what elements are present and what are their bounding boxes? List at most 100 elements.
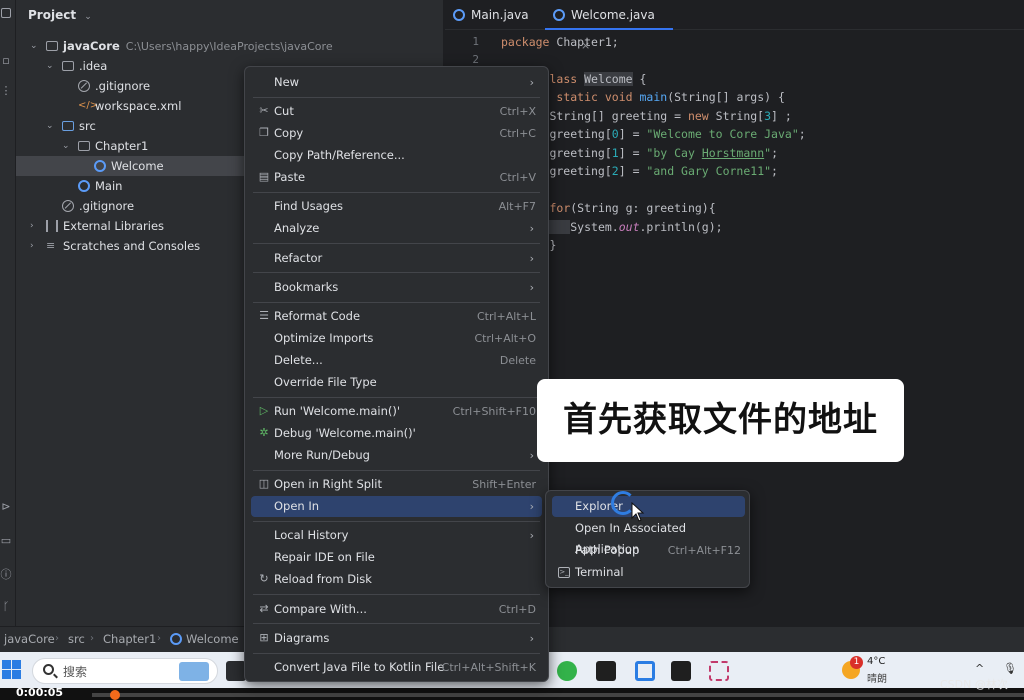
run-icon: ▷: [259, 404, 269, 418]
chevron-down-icon[interactable]: ⌄: [46, 116, 56, 136]
breadcrumb-item[interactable]: src: [68, 627, 85, 651]
menu-item-label: Analyze: [274, 221, 320, 236]
menu-item-reformat-code[interactable]: ☰ Reformat Code Ctrl+Alt+L: [251, 306, 542, 327]
menu-item-copy-path-reference[interactable]: Copy Path/Reference...: [251, 145, 542, 166]
menu-item-new[interactable]: New ›: [251, 72, 542, 93]
submenu-item-shortcut: Ctrl+Alt+F12: [667, 544, 741, 557]
submenu-item-path-popup[interactable]: Path Popup Ctrl+Alt+F12: [552, 540, 745, 561]
terminal-icon: >_: [558, 567, 570, 578]
editor-tab-bar: Main.java Welcome.java ×: [445, 0, 1024, 52]
menu-item-label: Diagrams: [274, 630, 330, 645]
menu-item-local-history[interactable]: Local History ›: [251, 525, 542, 546]
snipping-tool-icon[interactable]: [709, 661, 729, 681]
open-in-submenu: Explorer Open In Associated Application Pa…: [545, 490, 750, 588]
chevron-right-icon[interactable]: ›: [30, 216, 40, 236]
menu-item-find-usages[interactable]: Find Usages Alt+F7: [251, 196, 542, 217]
tab-main-java[interactable]: Main.java: [445, 0, 541, 30]
breadcrumb-item[interactable]: javaCore: [4, 627, 55, 651]
video-progress-bar[interactable]: 0:00:05: [0, 686, 1024, 700]
video-progress-handle[interactable]: [110, 690, 120, 700]
chevron-down-icon[interactable]: ⌄: [62, 136, 72, 156]
submenu-item-label: Path Popup: [575, 543, 640, 557]
menu-item-delete[interactable]: Delete... Delete: [251, 350, 542, 371]
menu-item-label: Open in Right Split: [274, 477, 382, 492]
menu-item-open-in-right-split[interactable]: ◫ Open in Right Split Shift+Enter: [251, 474, 542, 495]
menu-item-label: Local History: [274, 528, 349, 543]
chevron-right-icon: ›: [529, 251, 534, 265]
windows-start-icon[interactable]: [2, 660, 22, 680]
microphone-icon[interactable]: 🎙: [1003, 662, 1017, 675]
tool-window-strip: ▫ ⋮ ⊳ ▭ ⓘ ᚴ: [0, 0, 16, 652]
menu-item-label: Refactor: [274, 250, 323, 265]
menu-item-convert-java-file-to-kotlin-file[interactable]: Convert Java File to Kotlin File Ctrl+Alt…: [251, 657, 542, 678]
menu-item-debug-welcome-main[interactable]: ✲ Debug 'Welcome.main()': [251, 423, 542, 444]
git-icon[interactable]: ᚴ: [0, 600, 12, 614]
chevron-down-icon[interactable]: ⌄: [30, 36, 40, 56]
weather-temperature: 4°C: [867, 656, 886, 667]
tab-label: Main.java: [471, 8, 529, 22]
tray-overflow-chevron-icon[interactable]: ^: [975, 662, 984, 675]
chevron-down-icon[interactable]: ⌄: [46, 56, 56, 76]
menu-item-diagrams[interactable]: ⊞ Diagrams ›: [251, 628, 542, 649]
weather-alert-badge: 1: [850, 656, 863, 669]
tree-node-label: .gitignore: [79, 199, 135, 213]
menu-item-label: Reload from Disk: [274, 572, 372, 587]
task-view-icon[interactable]: [226, 661, 246, 681]
terminal-app-icon[interactable]: [671, 661, 691, 681]
submenu-item-explorer[interactable]: Explorer: [552, 496, 745, 517]
menu-item-copy[interactable]: ❐ Copy Ctrl+C: [251, 123, 542, 144]
java-class-icon: [94, 160, 106, 172]
app-icon[interactable]: [635, 661, 655, 681]
menu-item-label: Find Usages: [274, 199, 344, 214]
tree-node-label: Scratches and Consoles: [63, 239, 201, 253]
menu-item-repair-ide-on-file[interactable]: Repair IDE on File: [251, 547, 542, 568]
submenu-item-terminal[interactable]: >_ Terminal: [552, 562, 745, 583]
menu-item-cut[interactable]: ✂ Cut Ctrl+X: [251, 101, 542, 122]
taskbar-search-placeholder: 搜索: [63, 665, 88, 679]
menu-item-shortcut: Ctrl+Alt+O: [474, 332, 536, 345]
tree-node[interactable]: ⌄ javaCore C:\Users\happy\IdeaProjects\jav…: [16, 36, 444, 56]
source-folder-icon: [62, 121, 74, 131]
menu-separator: [253, 301, 540, 303]
taskbar-search-box[interactable]: 搜索: [32, 658, 218, 684]
menu-item-shortcut: Ctrl+X: [499, 105, 536, 119]
more-icon[interactable]: ⋮: [0, 84, 12, 98]
video-progress-track[interactable]: [92, 693, 1024, 697]
menu-item-paste[interactable]: ▤ Paste Ctrl+V: [251, 167, 542, 188]
chevron-right-icon: ›: [529, 500, 534, 514]
services-icon[interactable]: ⊳: [0, 500, 12, 514]
breadcrumb-item[interactable]: Chapter1: [103, 627, 156, 651]
wechat-icon[interactable]: [557, 661, 577, 681]
menu-item-shortcut: Alt+F7: [498, 200, 536, 214]
tree-node-label: src: [79, 119, 96, 133]
menu-item-label: Compare With...: [274, 601, 367, 616]
chevron-right-icon: ›: [55, 633, 59, 644]
menu-item-reload-from-disk[interactable]: ↻ Reload from Disk: [251, 569, 542, 590]
menu-item-shortcut: Ctrl+C: [499, 127, 536, 141]
menu-item-optimize-imports[interactable]: Optimize Imports Ctrl+Alt+O: [251, 328, 542, 349]
terminal-icon[interactable]: ▭: [0, 534, 12, 548]
menu-item-compare-with[interactable]: ⇄ Compare With... Ctrl+D: [251, 599, 542, 620]
menu-item-open-in[interactable]: Open In ›: [251, 496, 542, 518]
copy-icon: ❐: [259, 126, 269, 140]
structure-icon[interactable]: ▫: [0, 54, 12, 68]
tab-welcome-java[interactable]: Welcome.java ×: [545, 0, 673, 52]
submenu-item-open-in-associated-application[interactable]: Open In Associated Application: [552, 518, 745, 556]
problems-icon[interactable]: ⓘ: [0, 568, 12, 582]
project-panel-header[interactable]: Project ⌄: [28, 8, 92, 26]
menu-item-more-run-debug[interactable]: More Run/Debug ›: [251, 445, 542, 466]
menu-item-bookmarks[interactable]: Bookmarks ›: [251, 277, 542, 298]
console-app-icon[interactable]: [596, 661, 616, 681]
project-icon[interactable]: [1, 8, 11, 18]
chevron-right-icon: ›: [529, 222, 534, 236]
menu-item-run-welcome-main[interactable]: ▷ Run 'Welcome.main()' Ctrl+Shift+F10: [251, 401, 542, 422]
java-class-icon: [78, 180, 90, 192]
chevron-right-icon[interactable]: ›: [30, 236, 40, 256]
menu-separator: [253, 396, 540, 398]
menu-item-label: Delete...: [274, 352, 323, 367]
menu-item-refactor[interactable]: Refactor ›: [251, 248, 542, 269]
breadcrumb-item[interactable]: Welcome: [186, 627, 239, 651]
menu-item-override-file-type[interactable]: Override File Type: [251, 372, 542, 393]
menu-item-analyze[interactable]: Analyze ›: [251, 218, 542, 239]
chevron-right-icon: ›: [90, 633, 94, 644]
